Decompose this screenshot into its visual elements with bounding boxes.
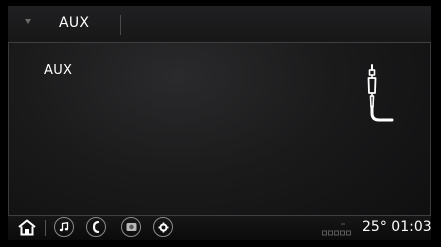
aux-cable-icon	[367, 64, 394, 122]
phone-button[interactable]	[86, 217, 106, 237]
status-readout: 25° 01:03	[362, 219, 432, 236]
home-icon[interactable]	[17, 219, 37, 236]
clock-text: 01:03	[391, 219, 432, 235]
music-note-icon	[59, 222, 69, 232]
media-button[interactable]	[54, 217, 74, 237]
signal-strength-icon	[322, 223, 351, 236]
bottom-bar-separator	[45, 220, 46, 236]
infotainment-screen: AUX AUX 25° 01:03	[0, 0, 441, 247]
header-divider	[120, 15, 121, 35]
settings-button[interactable]	[153, 217, 173, 237]
triangle-down-icon[interactable]	[25, 19, 31, 24]
phone-icon	[92, 221, 100, 233]
header-title[interactable]: AUX	[59, 15, 89, 32]
header-bar: AUX	[8, 6, 431, 43]
camera-button[interactable]	[121, 217, 141, 237]
temperature-text: 25°	[362, 219, 387, 235]
gear-icon	[158, 222, 168, 232]
source-label: AUX	[44, 63, 73, 78]
camera-icon	[126, 223, 136, 231]
